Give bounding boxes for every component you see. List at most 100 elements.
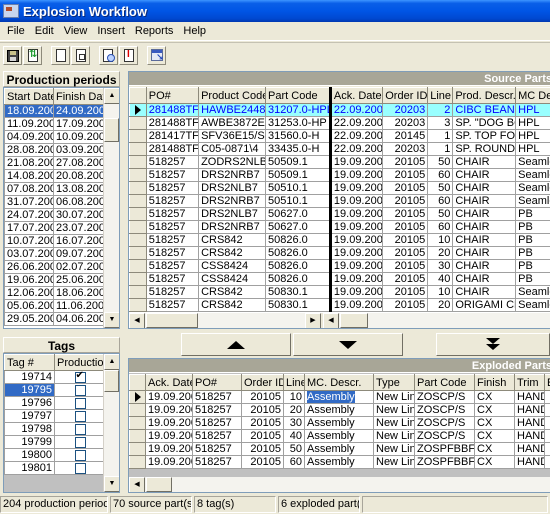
period-row[interactable]: 28.08.20003.09.2005 (4, 143, 106, 157)
period-row[interactable]: 04.09.20010.09.2005 (4, 130, 106, 144)
cell-product-code[interactable]: DRS2NLB7 (198, 181, 267, 195)
cell-part-code[interactable]: 50830.1 (265, 285, 331, 299)
cell-prod-descr[interactable]: SP. TOP FOR (452, 129, 517, 143)
cell-trim[interactable]: HAND (514, 429, 545, 443)
period-start-date[interactable]: 19.06.200 (4, 273, 54, 287)
cell-mc-descr[interactable]: Seamless (515, 285, 550, 299)
cell-product-code[interactable]: AWBE3872E (198, 116, 267, 130)
period-row[interactable]: 07.08.20013.08.2005 (4, 182, 106, 196)
tag-number[interactable]: 19798 (4, 422, 55, 436)
period-start-date[interactable]: 11.09.200 (4, 117, 54, 131)
cell-product-code[interactable]: CSS8424 (198, 259, 267, 273)
production-checkbox[interactable] (74, 384, 86, 396)
cell-po[interactable]: 281417TF (145, 129, 200, 143)
period-finish-date[interactable]: 23.07.2005 (53, 221, 106, 235)
cell-product-code[interactable]: DRS2NRB7 (198, 168, 267, 182)
cell-part-code[interactable]: 50509.1 (265, 155, 331, 169)
cell-line[interactable]: 50 (427, 181, 454, 195)
cell-e[interactable] (544, 403, 550, 417)
cell-order-id[interactable]: 20105 (382, 298, 429, 312)
row-selector[interactable] (129, 403, 146, 417)
cell-order-id[interactable]: 20105 (382, 259, 429, 273)
cell-e[interactable] (544, 455, 550, 469)
exploded-part-row[interactable]: 19.09.200 518257 20105 10 Assembly New Lin ZOS… (129, 390, 550, 404)
period-start-date[interactable]: 10.07.200 (4, 234, 54, 248)
cell-po[interactable]: 518257 (145, 272, 200, 286)
cell-prod-descr[interactable]: CHAIR (452, 220, 517, 234)
column-header-po[interactable]: PO# (145, 87, 200, 104)
cell-line[interactable]: 60 (283, 455, 305, 469)
move-down-button[interactable] (293, 333, 403, 356)
report-button[interactable] (119, 46, 138, 65)
cell-line[interactable]: 30 (427, 259, 454, 273)
cell-mc-descr[interactable]: Seamless (515, 168, 550, 182)
cell-ack-date[interactable]: 19.09.200 (328, 246, 384, 260)
period-finish-date[interactable]: 06.08.2005 (53, 195, 106, 209)
period-row[interactable]: 05.06.200 11.06.2005 (4, 299, 106, 313)
cell-order-id[interactable]: 20105 (382, 155, 429, 169)
tag-row[interactable]: 19800 (4, 448, 106, 462)
period-start-date[interactable]: 31.07.200 (4, 195, 54, 209)
period-row[interactable]: 10.07.20016.07.2005 (4, 234, 106, 248)
period-row[interactable]: 21.08.20027.08.2005 (4, 156, 106, 170)
period-start-date[interactable]: 29.05.200 (4, 312, 54, 326)
column-header-mc-descr[interactable]: MC Descr. (515, 87, 550, 104)
cell-po[interactable]: 281488TF (145, 116, 200, 130)
cell-part-code[interactable]: 50510.1 (265, 194, 331, 208)
cell-po[interactable]: 518257 (192, 390, 242, 404)
production-cell[interactable] (54, 383, 106, 397)
cell-part-code[interactable]: 50826.0 (265, 233, 331, 247)
cell-ack-date[interactable]: 19.09.200 (145, 416, 193, 430)
cell-mc-descr[interactable]: Seamless (515, 194, 550, 208)
cell-order-id[interactable]: 20105 (382, 168, 429, 182)
exploded-part-row[interactable]: 19.09.200 518257 20105 50 Assembly New Lin ZOS… (129, 442, 550, 456)
cell-ack-date[interactable]: 19.09.200 (145, 403, 193, 417)
cell-product-code[interactable]: DRS2NLB7 (198, 207, 267, 221)
cell-po[interactable]: 518257 (192, 442, 242, 456)
scroll-thumb[interactable] (340, 313, 368, 328)
period-finish-date[interactable]: 10.09.2005 (53, 130, 106, 144)
tag-number[interactable]: 19800 (4, 448, 55, 462)
cell-product-code[interactable]: DRS2NRB7 (198, 194, 267, 208)
cell-prod-descr[interactable]: CHAIR (452, 155, 517, 169)
exploded-part-row[interactable]: 19.09.200 518257 20105 40 Assembly New Lin ZOS… (129, 429, 550, 443)
cell-part-code[interactable]: ZOSCP/S (414, 416, 475, 430)
scroll-thumb[interactable] (104, 370, 119, 392)
cell-ack-date[interactable]: 22.09.200 (328, 129, 384, 143)
cell-line[interactable]: 20 (283, 403, 305, 417)
period-row[interactable]: 17.07.20023.07.2005 (4, 221, 106, 235)
cell-order-id[interactable]: 20105 (241, 429, 284, 443)
cell-po[interactable]: 518257 (145, 233, 200, 247)
menu-insert[interactable]: Insert (92, 25, 130, 37)
production-checkbox[interactable] (74, 423, 86, 435)
column-header-finish[interactable]: Finish (474, 374, 515, 391)
cell-line[interactable]: 1 (427, 129, 454, 143)
cell-mc-descr[interactable]: PB (515, 220, 550, 234)
period-start-date[interactable]: 14.08.200 (4, 169, 54, 183)
cell-ack-date[interactable]: 19.09.200 (145, 429, 193, 443)
cell-prod-descr[interactable]: ORIGAMI CR (452, 298, 517, 312)
period-finish-date[interactable]: 24.09.2005 (53, 104, 106, 118)
row-selector[interactable] (129, 129, 147, 143)
cell-product-code[interactable]: CRS842 (198, 233, 267, 247)
column-header-part-code[interactable]: Part Code (414, 374, 475, 391)
cell-po[interactable]: 518257 (145, 259, 200, 273)
cell-ack-date[interactable]: 19.09.200 (145, 455, 193, 469)
cell-order-id[interactable]: 20105 (382, 194, 429, 208)
source-part-row[interactable]: 518257 CRS842 50826.0 19.09.200 20105 10 CHAIR… (129, 233, 550, 247)
cell-order-id[interactable]: 20105 (382, 246, 429, 260)
cell-part-code[interactable]: ZOSCP/S (414, 429, 475, 443)
production-checkbox[interactable] (74, 449, 86, 461)
period-finish-date[interactable]: 13.08.2005 (53, 182, 106, 196)
column-header-product-code[interactable]: Product Code (198, 87, 267, 104)
cell-product-code[interactable]: CRS842 (198, 298, 267, 312)
cell-prod-descr[interactable]: CHAIR (452, 233, 517, 247)
cell-order-id[interactable]: 20203 (382, 142, 429, 156)
period-row[interactable]: 11.09.20017.09.2005 (4, 117, 106, 131)
column-header-line[interactable]: Line (427, 87, 454, 104)
cell-order-id[interactable]: 20105 (382, 181, 429, 195)
period-start-date[interactable]: 21.08.200 (4, 156, 54, 170)
cell-order-id[interactable]: 20105 (241, 403, 284, 417)
column-header-tag[interactable]: Tag # (4, 354, 55, 371)
cell-ack-date[interactable]: 19.09.200 (328, 220, 384, 234)
